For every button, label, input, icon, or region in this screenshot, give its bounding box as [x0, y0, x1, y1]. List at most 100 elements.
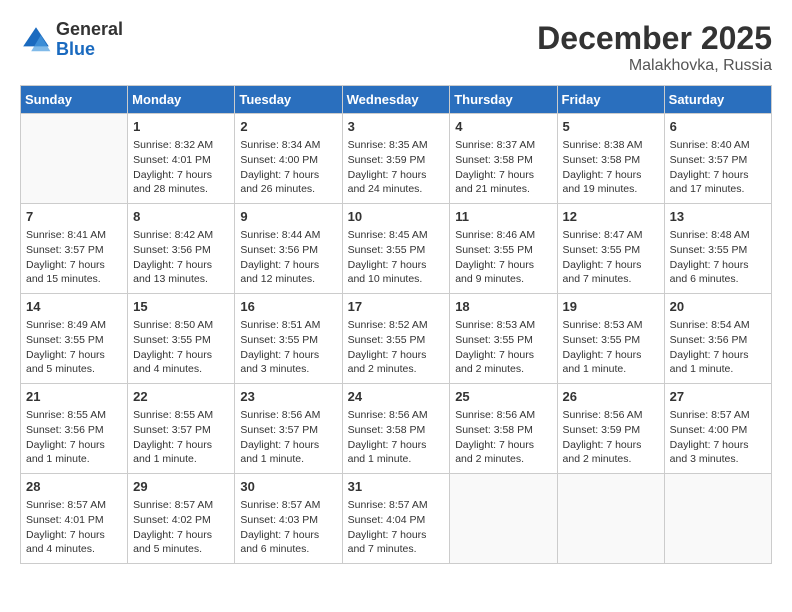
day-number: 1	[133, 118, 229, 136]
weekday-header-thursday: Thursday	[450, 86, 557, 114]
calendar-header-row: SundayMondayTuesdayWednesdayThursdayFrid…	[21, 86, 772, 114]
weekday-header-sunday: Sunday	[21, 86, 128, 114]
day-info: Sunrise: 8:51 AM Sunset: 3:55 PM Dayligh…	[240, 318, 336, 377]
day-info: Sunrise: 8:53 AM Sunset: 3:55 PM Dayligh…	[455, 318, 551, 377]
calendar-cell: 19 Sunrise: 8:53 AM Sunset: 3:55 PM Dayli…	[557, 294, 664, 384]
calendar-cell: 1 Sunrise: 8:32 AM Sunset: 4:01 PM Daylig…	[128, 114, 235, 204]
calendar-cell: 14Sunrise: 8:49 AM Sunset: 3:55 PM Dayli…	[21, 294, 128, 384]
calendar-cell: 22Sunrise: 8:55 AM Sunset: 3:57 PM Dayli…	[128, 384, 235, 474]
calendar-cell: 25 Sunrise: 8:56 AM Sunset: 3:58 PM Dayli…	[450, 384, 557, 474]
logo: General Blue	[20, 20, 123, 60]
calendar-cell: 7Sunrise: 8:41 AM Sunset: 3:57 PM Daylig…	[21, 204, 128, 294]
calendar-cell: 10 Sunrise: 8:45 AM Sunset: 3:55 PM Dayli…	[342, 204, 450, 294]
day-number: 13	[670, 208, 766, 226]
day-info: Sunrise: 8:44 AM Sunset: 3:56 PM Dayligh…	[240, 228, 336, 287]
day-number: 17	[348, 298, 445, 316]
day-info: Sunrise: 8:45 AM Sunset: 3:55 PM Dayligh…	[348, 228, 445, 287]
day-number: 20	[670, 298, 766, 316]
calendar-cell: 31 Sunrise: 8:57 AM Sunset: 4:04 PM Dayli…	[342, 474, 450, 564]
day-info: Sunrise: 8:50 AM Sunset: 3:55 PM Dayligh…	[133, 318, 229, 377]
day-info: Sunrise: 8:57 AM Sunset: 4:03 PM Dayligh…	[240, 498, 336, 557]
calendar-cell: 26 Sunrise: 8:56 AM Sunset: 3:59 PM Dayli…	[557, 384, 664, 474]
weekday-header-friday: Friday	[557, 86, 664, 114]
day-number: 5	[563, 118, 659, 136]
day-number: 23	[240, 388, 336, 406]
day-info: Sunrise: 8:57 AM Sunset: 4:04 PM Dayligh…	[348, 498, 445, 557]
title-area: December 2025 Malakhovka, Russia	[537, 20, 772, 75]
calendar-cell: 17 Sunrise: 8:52 AM Sunset: 3:55 PM Dayli…	[342, 294, 450, 384]
calendar-cell: 4 Sunrise: 8:37 AM Sunset: 3:58 PM Daylig…	[450, 114, 557, 204]
calendar-week-row: 14Sunrise: 8:49 AM Sunset: 3:55 PM Dayli…	[21, 294, 772, 384]
day-info: Sunrise: 8:56 AM Sunset: 3:58 PM Dayligh…	[455, 408, 551, 467]
calendar-cell: 15Sunrise: 8:50 AM Sunset: 3:55 PM Dayli…	[128, 294, 235, 384]
day-info: Sunrise: 8:41 AM Sunset: 3:57 PM Dayligh…	[26, 228, 122, 287]
day-info: Sunrise: 8:46 AM Sunset: 3:55 PM Dayligh…	[455, 228, 551, 287]
day-info: Sunrise: 8:38 AM Sunset: 3:58 PM Dayligh…	[563, 138, 659, 197]
day-info: Sunrise: 8:52 AM Sunset: 3:55 PM Dayligh…	[348, 318, 445, 377]
calendar-week-row: 7Sunrise: 8:41 AM Sunset: 3:57 PM Daylig…	[21, 204, 772, 294]
day-info: Sunrise: 8:54 AM Sunset: 3:56 PM Dayligh…	[670, 318, 766, 377]
calendar-cell	[557, 474, 664, 564]
day-number: 8	[133, 208, 229, 226]
logo-icon	[20, 24, 52, 56]
day-number: 26	[563, 388, 659, 406]
calendar-cell: 30 Sunrise: 8:57 AM Sunset: 4:03 PM Dayli…	[235, 474, 342, 564]
calendar-cell	[664, 474, 771, 564]
day-info: Sunrise: 8:40 AM Sunset: 3:57 PM Dayligh…	[670, 138, 766, 197]
day-info: Sunrise: 8:57 AM Sunset: 4:02 PM Dayligh…	[133, 498, 229, 557]
calendar-cell	[21, 114, 128, 204]
day-number: 31	[348, 478, 445, 496]
calendar-cell: 12Sunrise: 8:47 AM Sunset: 3:55 PM Dayli…	[557, 204, 664, 294]
day-info: Sunrise: 8:37 AM Sunset: 3:58 PM Dayligh…	[455, 138, 551, 197]
calendar-cell	[450, 474, 557, 564]
day-number: 30	[240, 478, 336, 496]
day-number: 18	[455, 298, 551, 316]
calendar-cell: 5 Sunrise: 8:38 AM Sunset: 3:58 PM Daylig…	[557, 114, 664, 204]
calendar: SundayMondayTuesdayWednesdayThursdayFrid…	[20, 85, 772, 564]
day-info: Sunrise: 8:32 AM Sunset: 4:01 PM Dayligh…	[133, 138, 229, 197]
weekday-header-wednesday: Wednesday	[342, 86, 450, 114]
day-number: 10	[348, 208, 445, 226]
day-number: 2	[240, 118, 336, 136]
day-info: Sunrise: 8:47 AM Sunset: 3:55 PM Dayligh…	[563, 228, 659, 287]
day-info: Sunrise: 8:53 AM Sunset: 3:55 PM Dayligh…	[563, 318, 659, 377]
calendar-cell: 27Sunrise: 8:57 AM Sunset: 4:00 PM Dayli…	[664, 384, 771, 474]
logo-blue: Blue	[56, 39, 95, 59]
day-number: 21	[26, 388, 122, 406]
weekday-header-tuesday: Tuesday	[235, 86, 342, 114]
day-number: 24	[348, 388, 445, 406]
day-info: Sunrise: 8:48 AM Sunset: 3:55 PM Dayligh…	[670, 228, 766, 287]
day-info: Sunrise: 8:57 AM Sunset: 4:01 PM Dayligh…	[26, 498, 122, 557]
day-number: 11	[455, 208, 551, 226]
day-info: Sunrise: 8:56 AM Sunset: 3:59 PM Dayligh…	[563, 408, 659, 467]
day-number: 4	[455, 118, 551, 136]
calendar-cell: 16 Sunrise: 8:51 AM Sunset: 3:55 PM Dayli…	[235, 294, 342, 384]
day-number: 25	[455, 388, 551, 406]
calendar-week-row: 21 Sunrise: 8:55 AM Sunset: 3:56 PM Dayli…	[21, 384, 772, 474]
day-number: 27	[670, 388, 766, 406]
calendar-cell: 8Sunrise: 8:42 AM Sunset: 3:56 PM Daylig…	[128, 204, 235, 294]
day-info: Sunrise: 8:35 AM Sunset: 3:59 PM Dayligh…	[348, 138, 445, 197]
calendar-week-row: 1 Sunrise: 8:32 AM Sunset: 4:01 PM Daylig…	[21, 114, 772, 204]
calendar-cell: 3 Sunrise: 8:35 AM Sunset: 3:59 PM Daylig…	[342, 114, 450, 204]
day-number: 19	[563, 298, 659, 316]
calendar-cell: 20 Sunrise: 8:54 AM Sunset: 3:56 PM Dayli…	[664, 294, 771, 384]
weekday-header-monday: Monday	[128, 86, 235, 114]
calendar-cell: 29Sunrise: 8:57 AM Sunset: 4:02 PM Dayli…	[128, 474, 235, 564]
day-info: Sunrise: 8:56 AM Sunset: 3:57 PM Dayligh…	[240, 408, 336, 467]
calendar-week-row: 28 Sunrise: 8:57 AM Sunset: 4:01 PM Dayli…	[21, 474, 772, 564]
calendar-cell: 11 Sunrise: 8:46 AM Sunset: 3:55 PM Dayli…	[450, 204, 557, 294]
calendar-cell: 13 Sunrise: 8:48 AM Sunset: 3:55 PM Dayli…	[664, 204, 771, 294]
day-number: 16	[240, 298, 336, 316]
weekday-header-saturday: Saturday	[664, 86, 771, 114]
page-header: General Blue December 2025 Malakhovka, R…	[20, 20, 772, 75]
day-info: Sunrise: 8:55 AM Sunset: 3:56 PM Dayligh…	[26, 408, 122, 467]
logo-general: General	[56, 19, 123, 39]
calendar-cell: 28 Sunrise: 8:57 AM Sunset: 4:01 PM Dayli…	[21, 474, 128, 564]
day-number: 3	[348, 118, 445, 136]
day-number: 28	[26, 478, 122, 496]
day-number: 9	[240, 208, 336, 226]
logo-text: General Blue	[56, 20, 123, 60]
calendar-cell: 23 Sunrise: 8:56 AM Sunset: 3:57 PM Dayli…	[235, 384, 342, 474]
calendar-cell: 6Sunrise: 8:40 AM Sunset: 3:57 PM Daylig…	[664, 114, 771, 204]
